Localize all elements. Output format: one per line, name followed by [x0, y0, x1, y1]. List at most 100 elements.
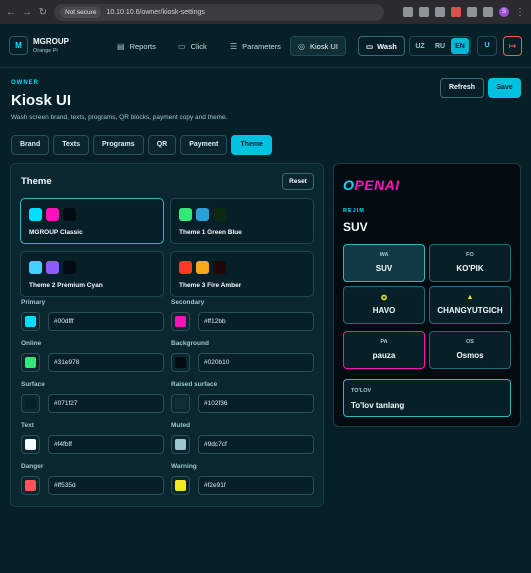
puzzle-icon[interactable] [467, 7, 477, 17]
program-card[interactable]: ✪ HAVO [343, 286, 425, 324]
bar-chart-icon: ▤ [117, 41, 125, 51]
flag-icon[interactable] [451, 7, 461, 17]
nav-kiosk-ui-label: Kiosk UI [309, 41, 338, 51]
nav-click[interactable]: ▭ Click [171, 36, 214, 56]
field-label: Text [21, 422, 34, 429]
nav-kiosk-ui[interactable]: ◎ Kiosk UI [290, 36, 346, 56]
preview-brand-part1: O [343, 177, 355, 193]
preset-name: Theme 1 Green Blue [179, 229, 242, 236]
color-swatch[interactable] [171, 394, 190, 413]
color-input[interactable]: #ff535d [48, 476, 164, 495]
color-input[interactable]: #f4fbff [48, 435, 164, 454]
color-input[interactable]: #071f27 [48, 394, 164, 413]
color-input[interactable]: #f2e91f [198, 476, 314, 495]
color-swatch[interactable] [171, 435, 190, 454]
address-bar[interactable]: Not secure 10.10.10.6/owner/kiosk-settin… [54, 3, 384, 21]
back-icon[interactable]: ← [6, 7, 16, 18]
lang-en[interactable]: EN [451, 38, 469, 54]
color-input[interactable]: #00dfff [48, 312, 164, 331]
logout-icon[interactable]: ↦ [503, 36, 522, 56]
program-name: KO'PIK [456, 264, 484, 273]
key-icon[interactable] [403, 7, 413, 17]
program-card[interactable]: WA SUV [343, 244, 425, 282]
color-swatch-fill [25, 357, 36, 368]
app-header: M MGROUP Orange Pi ▤ Reports ▭ Click ☰ P… [0, 24, 531, 68]
program-code: PA [380, 339, 388, 345]
color-swatch[interactable] [21, 353, 40, 372]
color-input[interactable]: #102f36 [198, 394, 314, 413]
payment-card[interactable]: TO'LOV To'lov tanlang [343, 379, 511, 417]
color-swatch[interactable] [21, 394, 40, 413]
program-code: OS [466, 339, 474, 345]
security-badge[interactable]: Not secure [60, 6, 102, 18]
nav-parameters[interactable]: ☰ Parameters [223, 36, 288, 56]
color-swatch[interactable] [171, 312, 190, 331]
field-label: Muted [171, 422, 191, 429]
color-swatch[interactable] [21, 476, 40, 495]
brand-subtitle: Orange Pi [33, 48, 58, 54]
preset-name: Theme 2 Premium Cyan [29, 282, 103, 289]
preset-swatch [213, 261, 226, 274]
wash-button[interactable]: ▭ Wash [358, 36, 405, 56]
nav-parameters-label: Parameters [242, 41, 281, 51]
color-swatch-fill [25, 480, 36, 491]
theme-title: Theme [21, 176, 52, 187]
download-icon[interactable] [483, 7, 493, 17]
preset-swatch [196, 261, 209, 274]
tab-brand[interactable]: Brand [11, 135, 50, 155]
profile-avatar[interactable]: S [499, 7, 509, 17]
star-icon[interactable] [419, 7, 429, 17]
page-title: Kiosk UI [11, 92, 72, 109]
kiosk-preview: OPENAI REJIM SUV WA SUV FO KO'PIK ✪ HAVO… [333, 163, 521, 427]
wash-label: Wash [377, 41, 397, 51]
refresh-button[interactable]: Refresh [440, 78, 484, 98]
preset-swatch [63, 261, 76, 274]
extension-icon[interactable] [435, 7, 445, 17]
reset-button[interactable]: Reset [282, 173, 314, 190]
sliders-icon: ☰ [230, 41, 238, 51]
color-input[interactable]: #9dc7cf [198, 435, 314, 454]
color-swatch[interactable] [21, 312, 40, 331]
tab-texts[interactable]: Texts [53, 135, 90, 155]
program-card[interactable]: PA pauza [343, 331, 425, 369]
color-swatch[interactable] [171, 476, 190, 495]
program-card[interactable]: OS Osmos [429, 331, 511, 369]
color-input[interactable]: #020b10 [198, 353, 314, 372]
program-card[interactable]: FO KO'PIK [429, 244, 511, 282]
save-button[interactable]: Save [488, 78, 521, 98]
color-swatch-fill [175, 316, 186, 327]
reload-icon[interactable]: ↻ [38, 7, 48, 18]
preset-card[interactable]: Theme 1 Green Blue [170, 198, 314, 244]
preset-swatch [46, 261, 59, 274]
url-text[interactable]: 10.10.10.6/owner/kiosk-settings [106, 9, 204, 16]
color-swatch[interactable] [171, 353, 190, 372]
program-name: HAVO [372, 306, 396, 315]
field-label: Background [171, 340, 209, 347]
tab-payment[interactable]: Payment [180, 135, 228, 155]
menu-icon[interactable]: ⋮ [515, 7, 525, 18]
preset-card[interactable]: MGROUP Classic [20, 198, 164, 244]
color-swatch-fill [175, 398, 186, 409]
preset-card[interactable]: Theme 2 Premium Cyan [20, 251, 164, 297]
program-name: pauza [372, 351, 396, 360]
color-input[interactable]: #ff12bb [198, 312, 314, 331]
nav-reports-label: Reports [129, 41, 156, 51]
nav-reports[interactable]: ▤ Reports [110, 36, 163, 56]
tab-theme[interactable]: Theme [231, 135, 272, 155]
preset-card[interactable]: Theme 3 Fire Amber [170, 251, 314, 297]
lang-ru[interactable]: RU [431, 38, 449, 54]
program-card[interactable]: ▲ CHANGYUTGICH [429, 286, 511, 324]
tab-qr[interactable]: QR [147, 135, 177, 155]
forward-icon[interactable]: → [22, 7, 32, 18]
color-input[interactable]: #31e978 [48, 353, 164, 372]
browser-toolbar: ← → ↻ Not secure 10.10.10.6/owner/kiosk-… [0, 0, 531, 24]
tab-programs[interactable]: Programs [93, 135, 144, 155]
lang-uz[interactable]: UZ [411, 38, 429, 54]
field-label: Warning [171, 463, 197, 470]
color-swatch-fill [175, 439, 186, 450]
preset-swatch [196, 208, 209, 221]
color-swatch-fill [175, 480, 186, 491]
user-button[interactable]: U [477, 36, 497, 56]
color-swatch[interactable] [21, 435, 40, 454]
program-code: WA [379, 252, 389, 258]
